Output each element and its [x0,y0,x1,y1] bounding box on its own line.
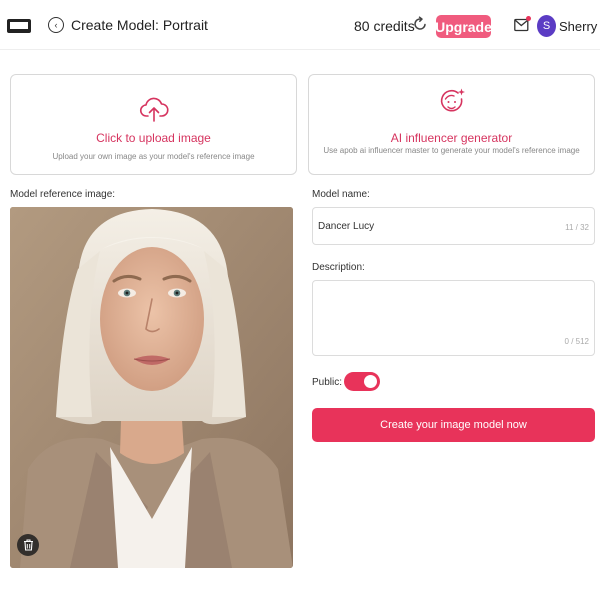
ai-influencer-card[interactable]: AI influencer generator Use apob ai infl… [308,74,595,175]
create-model-button[interactable]: Create your image model now [312,408,595,442]
description-label: Description: [312,262,365,273]
refresh-icon[interactable] [412,16,428,32]
logo-icon[interactable] [7,19,31,33]
public-label: Public: [312,377,343,388]
cloud-upload-icon [139,97,169,122]
notification-dot [526,16,531,21]
model-name-value: Dancer Lucy [318,221,375,232]
trash-icon[interactable] [17,534,39,556]
user-name[interactable]: Sherry [559,19,597,34]
upload-image-card[interactable]: Click to upload image Upload your own im… [10,74,297,175]
reference-image-label: Model reference image: [10,189,116,200]
description-textarea[interactable]: 0 / 512 [312,280,595,356]
model-name-counter: 11 / 32 [565,223,589,232]
portrait-illustration [10,207,293,568]
upload-card-title: Click to upload image [96,131,211,145]
ai-face-sparkle-icon [440,88,465,112]
upload-card-description: Upload your own image as your model's re… [52,152,255,161]
ai-card-title: AI influencer generator [390,131,513,145]
ai-card-description: Use apob ai influencer master to generat… [323,146,580,155]
page-title: Create Model: Portrait [71,17,208,33]
back-arrow-icon[interactable]: ‹ [48,17,64,33]
upgrade-button[interactable]: Upgrade [435,15,492,38]
trash-glyph [23,539,33,551]
top-bar: ‹ Create Model: Portrait 80 credits Upgr… [0,0,600,50]
public-toggle[interactable] [344,372,380,391]
reference-image [10,207,293,568]
avatar[interactable]: S [537,15,556,37]
description-counter: 0 / 512 [564,337,589,346]
credits-count: 80 credits [354,18,415,34]
model-name-label: Model name: [312,189,370,200]
model-name-input[interactable]: Dancer Lucy 11 / 32 [312,207,595,245]
toggle-knob [364,375,377,388]
